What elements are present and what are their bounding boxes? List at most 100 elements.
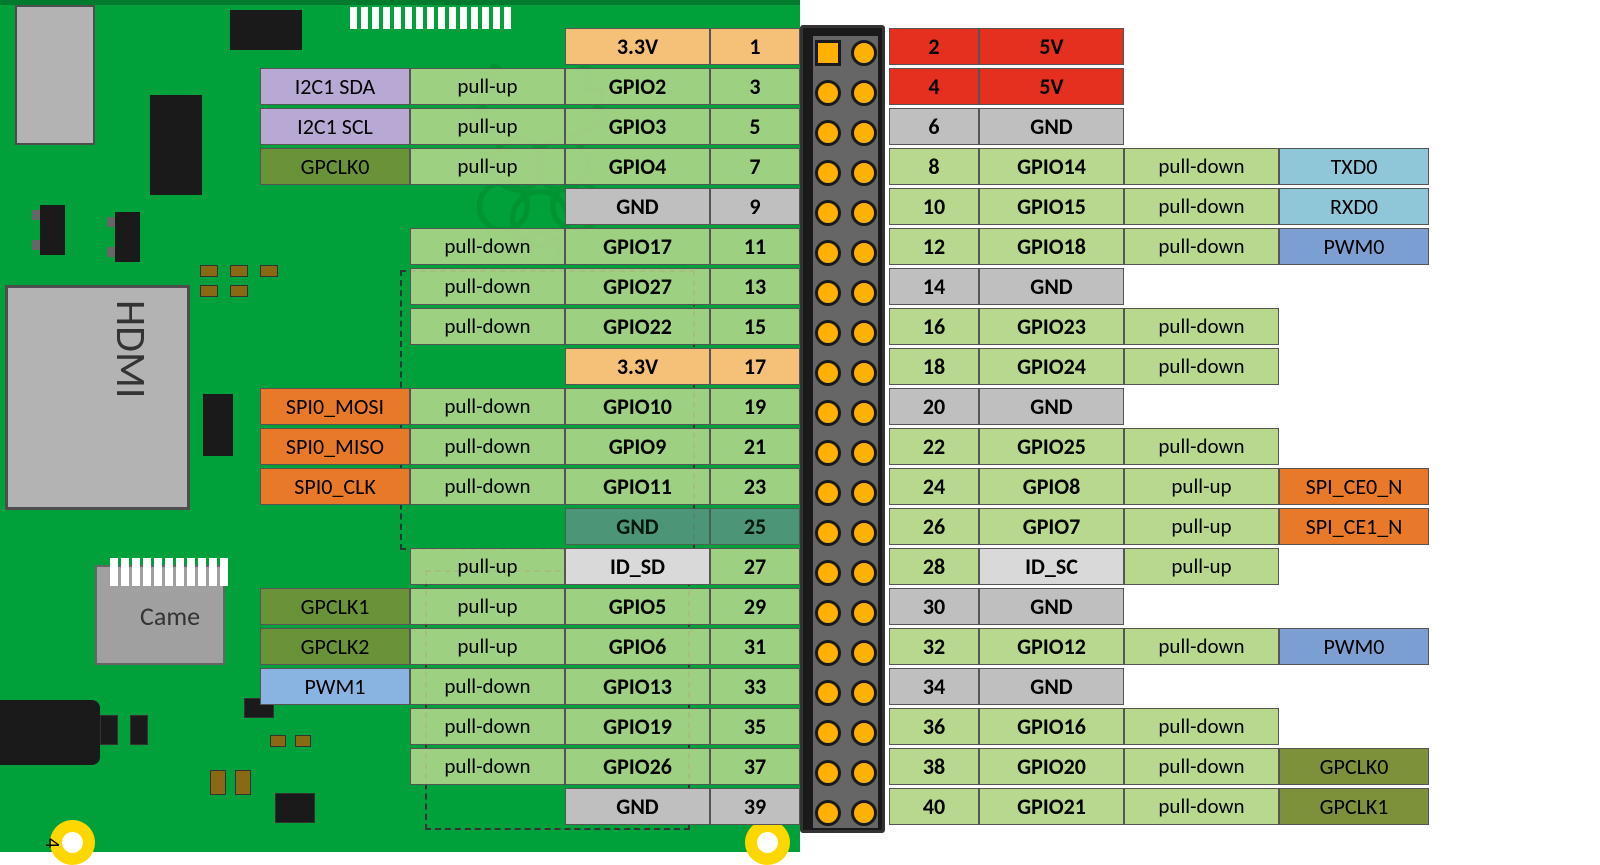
pin-cell: pull-down [1124,188,1279,225]
hdmi-label: HDMI [105,300,156,399]
pin-cell: GPCLK1 [260,588,410,625]
pin-cell: 26 [889,508,979,545]
pin-cell: pull-down [1124,628,1279,665]
pin-cell: GPCLK0 [260,148,410,185]
pin-row-right: 25V [889,28,1124,65]
pin-row-left: 29GPIO5pull-upGPCLK1 [260,588,800,625]
header-pin [815,120,841,146]
pin-cell: pull-up [1124,508,1279,545]
pin-row-left: 37GPIO26pull-down [410,748,800,785]
pin-cell: pull-down [410,428,565,465]
smd-component [295,735,311,747]
pin-cell: 25 [710,508,800,545]
header-pin [815,760,841,786]
pin-cell: pull-up [410,108,565,145]
pin-cell: GPIO4 [565,148,710,185]
pin-row-right: 28ID_SCpull-up [889,548,1279,585]
pin-cell: 21 [710,428,800,465]
mounting-hole [745,820,790,865]
pin-cell: GPIO20 [979,748,1124,785]
header-pin [851,360,877,386]
pin-row-right: 45V [889,68,1124,105]
pin-cell: 19 [710,388,800,425]
pin-row-left: 7GPIO4pull-upGPCLK0 [260,148,800,185]
pin-row-left: 31GPIO6pull-upGPCLK2 [260,628,800,665]
pin-row-right: 20GND [889,388,1124,425]
pin-cell: pull-down [1124,428,1279,465]
pin-cell: pull-down [1124,348,1279,385]
pin-cell: 3.3V [565,28,710,65]
pin-cell: RXD0 [1279,188,1429,225]
switch-component [115,212,140,262]
header-pin [815,240,841,266]
pin-cell: GPIO18 [979,228,1124,265]
pin-cell: 38 [889,748,979,785]
pin-cell: SPI0_CLK [260,468,410,505]
pin-cell: TXD0 [1279,148,1429,185]
header-pin [815,720,841,746]
pin-cell: pull-down [1124,148,1279,185]
pin-cell: 3 [710,68,800,105]
pin-row-right: 18GPIO24pull-down [889,348,1279,385]
pin-cell: SPI_CE1_N [1279,508,1429,545]
pin-cell: 1 [710,28,800,65]
pin-cell: 18 [889,348,979,385]
pin-cell: GPIO6 [565,628,710,665]
header-pin [851,800,877,826]
pin-cell: pull-down [410,468,565,505]
pin-row-right: 22GPIO25pull-down [889,428,1279,465]
pin-cell: 16 [889,308,979,345]
pin-cell: 34 [889,668,979,705]
pin-row-left: 13GPIO27pull-down [410,268,800,305]
header-pin [815,40,841,66]
pin-row-left: 173.3V [565,348,800,385]
pin-row-right: 30GND [889,588,1124,625]
pin-cell: 15 [710,308,800,345]
pin-row-right: 6GND [889,108,1124,145]
smd-component [270,735,286,747]
pin-cell: GPIO5 [565,588,710,625]
pin-row-right: 8GPIO14pull-downTXD0 [889,148,1429,185]
pin-cell: pull-down [1124,748,1279,785]
header-pin [815,640,841,666]
ic-chip [150,95,202,195]
pin-cell: 14 [889,268,979,305]
pin-cell: pull-up [410,628,565,665]
pin-row-right: 24GPIO8pull-upSPI_CE0_N [889,468,1429,505]
pin-cell: GND [979,588,1124,625]
pin-cell: 23 [710,468,800,505]
pin-row-left: 9GND [565,188,800,225]
pin-cell: pull-down [410,388,565,425]
header-pin [815,320,841,346]
pin-cell: pull-down [410,668,565,705]
pin-row-left: 21GPIO9pull-downSPI0_MISO [260,428,800,465]
pin-cell: pull-down [1124,228,1279,265]
pin-cell: SPI0_MOSI [260,388,410,425]
pin-row-left: 33GPIO13pull-downPWM1 [260,668,800,705]
page-number: 4 [40,838,64,848]
header-pin [815,200,841,226]
pin-cell: pull-up [410,68,565,105]
pin-row-left: 39GND [565,788,800,825]
pin-cell: GPIO15 [979,188,1124,225]
ic-chip [203,394,233,456]
pin-row-right: 38GPIO20pull-downGPCLK0 [889,748,1429,785]
pin-cell: I2C1 SDA [260,68,410,105]
pin-cell: GPIO25 [979,428,1124,465]
pin-cell: pull-down [410,308,565,345]
header-pin [851,560,877,586]
pin-cell: GPIO16 [979,708,1124,745]
header-pin [851,520,877,546]
pin-cell: pull-up [410,148,565,185]
gpio-header [800,25,885,833]
pin-cell: 40 [889,788,979,825]
header-pin [815,160,841,186]
pin-cell: pull-down [410,228,565,265]
smd-component [210,770,226,795]
pin-cell: 6 [889,108,979,145]
smd-component [275,793,315,823]
pin-cell: 24 [889,468,979,505]
pin-cell: GPIO27 [565,268,710,305]
header-pin [851,760,877,786]
pin-cell: pull-down [410,268,565,305]
